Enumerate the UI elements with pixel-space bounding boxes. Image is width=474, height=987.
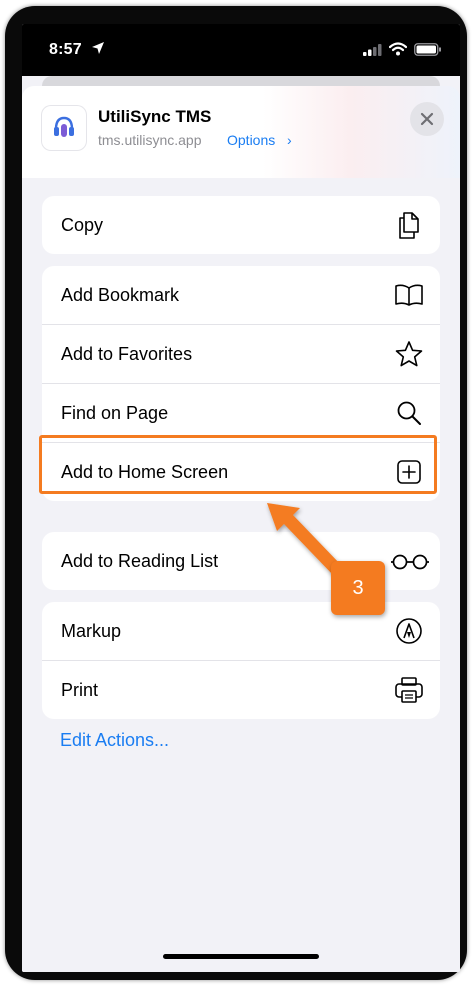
status-bar: 8:57 bbox=[22, 24, 460, 76]
book-icon bbox=[394, 280, 424, 310]
star-icon bbox=[394, 339, 424, 369]
app-name: UtiliSync TMS bbox=[98, 107, 212, 126]
action-add-to-home-screen[interactable]: Add to Home Screen bbox=[42, 443, 440, 501]
action-add-to-favorites[interactable]: Add to Favorites bbox=[42, 325, 440, 384]
action-print[interactable]: Print bbox=[42, 661, 440, 719]
action-label: Copy bbox=[61, 215, 104, 235]
phone-screen: 8:57 UtiliSync TMS tms.utilisync.app Opt… bbox=[22, 24, 460, 972]
share-sheet-header: UtiliSync TMS tms.utilisync.app Options … bbox=[22, 86, 460, 178]
step-number-badge: 3 bbox=[331, 561, 385, 615]
action-label: Add to Favorites bbox=[61, 344, 193, 364]
edit-actions-link[interactable]: Edit Actions... bbox=[60, 730, 169, 751]
cellular-signal-icon bbox=[363, 44, 382, 56]
share-sheet: UtiliSync TMS tms.utilisync.app Options … bbox=[22, 86, 460, 972]
markup-icon bbox=[394, 616, 424, 646]
action-group-markup: Markup Print bbox=[42, 602, 440, 719]
search-icon bbox=[394, 398, 424, 428]
action-label: Find on Page bbox=[61, 403, 169, 423]
action-label: Print bbox=[61, 680, 99, 700]
action-add-bookmark[interactable]: Add Bookmark bbox=[42, 266, 440, 325]
action-group-copy: Copy bbox=[42, 196, 440, 254]
plus-square-icon bbox=[394, 457, 424, 487]
app-icon bbox=[42, 106, 86, 150]
action-label: Add Bookmark bbox=[61, 285, 180, 305]
action-copy[interactable]: Copy bbox=[42, 196, 440, 254]
location-arrow-icon bbox=[92, 42, 104, 54]
printer-icon bbox=[394, 675, 424, 705]
action-label: Add to Home Screen bbox=[61, 462, 229, 482]
action-label: Add to Reading List bbox=[61, 551, 219, 571]
glasses-icon bbox=[390, 546, 430, 576]
copy-icon bbox=[394, 210, 424, 240]
action-find-on-page[interactable]: Find on Page bbox=[42, 384, 440, 443]
chevron-right-icon: › bbox=[287, 132, 292, 148]
close-icon bbox=[420, 112, 434, 126]
status-time: 8:57 bbox=[49, 41, 82, 58]
options-link[interactable]: Options bbox=[227, 132, 275, 148]
app-url: tms.utilisync.app bbox=[98, 132, 202, 148]
action-group-main: Add Bookmark Add to Favorites Find on Pa… bbox=[42, 266, 440, 501]
home-indicator bbox=[163, 954, 319, 959]
battery-icon bbox=[414, 43, 441, 56]
utilisync-logo-icon bbox=[54, 116, 74, 137]
wifi-icon bbox=[389, 42, 407, 56]
close-button[interactable] bbox=[410, 102, 444, 136]
phone-frame: 8:57 UtiliSync TMS tms.utilisync.app Opt… bbox=[5, 6, 467, 980]
action-label: Markup bbox=[61, 621, 122, 641]
